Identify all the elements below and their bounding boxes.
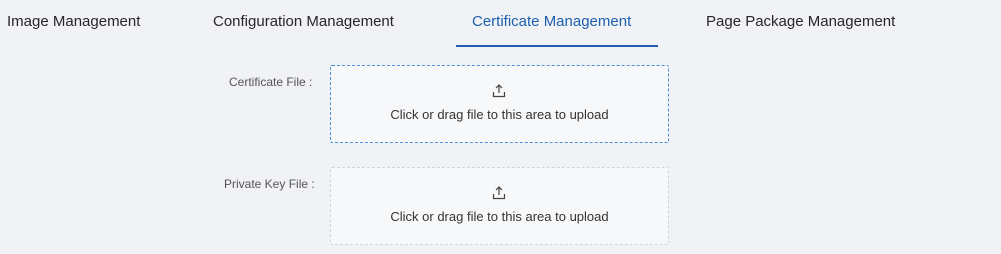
certificate-file-dropzone[interactable]: Click or drag file to this area to uploa… — [330, 65, 669, 143]
upload-icon — [492, 84, 506, 98]
certificate-file-label: Certificate File : — [229, 75, 313, 89]
active-tab-indicator — [456, 45, 658, 47]
tab-certificate-management[interactable]: Certificate Management — [472, 12, 631, 32]
certificate-upload-hint: Click or drag file to this area to uploa… — [390, 107, 609, 122]
management-tabs: Image Management Configuration Managemen… — [0, 0, 1001, 48]
private-key-file-dropzone[interactable]: Click or drag file to this area to uploa… — [330, 167, 669, 245]
upload-icon — [492, 186, 506, 200]
tab-configuration-management[interactable]: Configuration Management — [213, 12, 394, 32]
private-key-upload-hint: Click or drag file to this area to uploa… — [390, 209, 609, 224]
tab-page-package-management[interactable]: Page Package Management — [706, 12, 895, 32]
tab-image-management[interactable]: Image Management — [7, 12, 140, 32]
private-key-file-label: Private Key File : — [224, 177, 315, 191]
